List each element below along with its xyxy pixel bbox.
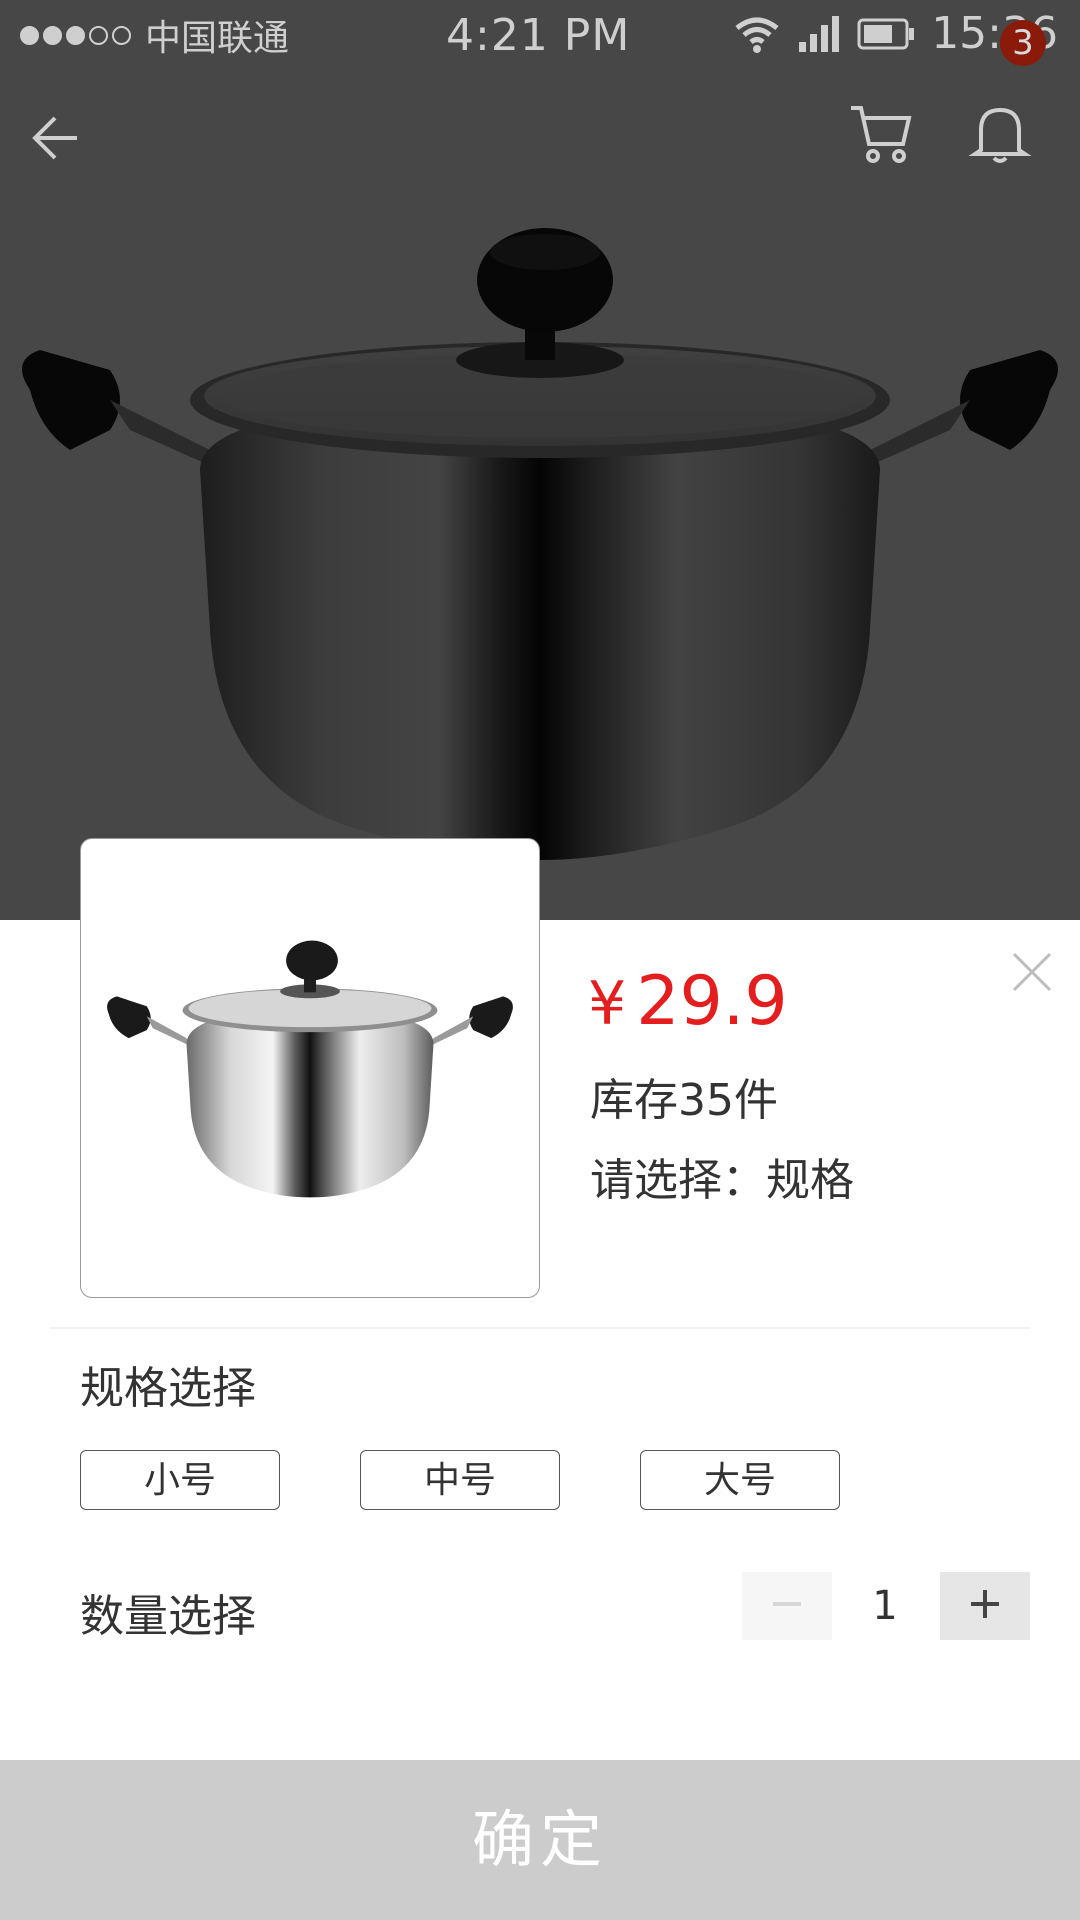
back-button[interactable] <box>20 100 90 180</box>
quantity-value[interactable]: 1 <box>840 1572 930 1640</box>
product-thumbnail <box>80 838 540 1298</box>
cellular-signal-icon <box>797 14 841 54</box>
cart-icon <box>847 100 913 170</box>
spec-section-title: 规格选择 <box>80 1363 256 1414</box>
carrier-name: 中国联通 <box>145 18 290 59</box>
selection-hint: 请选择：规格 <box>590 1155 854 1206</box>
currency-symbol: ¥ <box>588 969 627 1039</box>
sheet-divider <box>50 1327 1030 1329</box>
signal-dot <box>66 25 85 45</box>
quantity-increase-button[interactable] <box>940 1572 1030 1640</box>
close-button[interactable] <box>1004 944 1060 1000</box>
status-clock: 4:21 PM <box>446 10 631 61</box>
quantity-section-title: 数量选择 <box>80 1591 256 1642</box>
spec-option-medium[interactable]: 中号 <box>360 1450 560 1510</box>
plus-icon <box>969 1588 1001 1624</box>
quantity-decrease-button[interactable] <box>742 1572 832 1640</box>
signal-strength-dots <box>20 25 131 45</box>
cart-button[interactable] <box>840 95 920 175</box>
signal-dot <box>112 25 131 45</box>
signal-dot <box>20 25 39 45</box>
bell-icon <box>967 100 1033 170</box>
top-nav-bar <box>0 70 1080 210</box>
signal-dot <box>43 25 62 45</box>
product-price: ¥29.9 <box>588 962 788 1041</box>
notification-button[interactable] <box>960 95 1040 175</box>
confirm-button[interactable]: 确定 <box>0 1760 1080 1920</box>
minus-icon <box>771 1588 803 1624</box>
product-spec-screen: 中国联通 4:21 PM 15:36 3 ¥ 29.9 库存35件 请选择：规格… <box>0 0 1080 1920</box>
spec-option-large[interactable]: 大号 <box>640 1450 840 1510</box>
arrow-left-icon <box>29 112 81 168</box>
battery-icon <box>857 17 915 51</box>
price-value: 29.9 <box>636 962 788 1041</box>
spec-option-small[interactable]: 小号 <box>80 1450 280 1510</box>
wifi-icon <box>733 14 781 54</box>
signal-dot <box>89 25 108 45</box>
stock-count: 库存35件 <box>590 1075 778 1126</box>
status-bar: 中国联通 4:21 PM 15:36 <box>0 0 1080 70</box>
close-icon <box>1004 952 1060 1004</box>
notification-badge: 3 <box>1000 20 1046 66</box>
